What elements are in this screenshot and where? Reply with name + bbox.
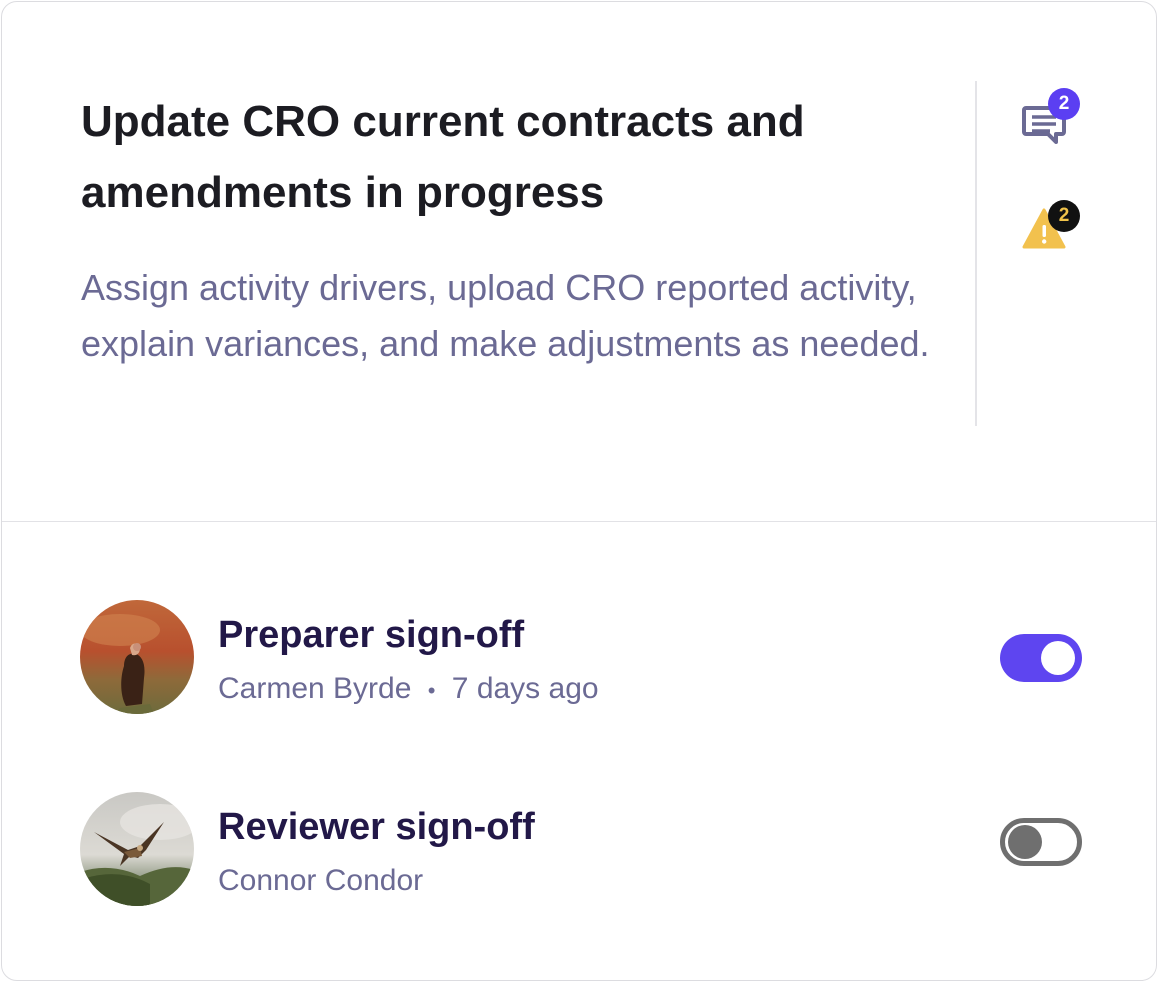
reviewer-signoff-row: Reviewer sign-off Connor Condor [2,792,1156,912]
task-card: Update CRO current contracts and amendme… [1,1,1157,981]
toggle-knob [1008,825,1042,859]
preparer-signoff-title: Preparer sign-off [218,614,525,656]
reviewer-signoff-title: Reviewer sign-off [218,806,535,848]
task-title: Update CRO current contracts and amendme… [81,97,805,217]
vulture-avatar [80,600,194,714]
meta-separator: • [427,678,436,703]
section-divider [2,521,1156,522]
warnings-count-badge: 2 [1048,200,1080,232]
comments-button[interactable]: 2 [1020,88,1084,144]
vertical-divider [975,81,977,426]
comments-count-badge: 2 [1048,88,1080,120]
warnings-button[interactable]: 2 [1020,194,1084,250]
preparer-name: Carmen Byrde [218,672,412,705]
condor-avatar [80,792,194,906]
preparer-signoff-row: Preparer sign-off Carmen Byrde • 7 days … [2,600,1156,720]
preparer-signoff-toggle[interactable] [1000,634,1082,682]
reviewer-name: Connor Condor [218,864,424,897]
reviewer-signoff-toggle[interactable] [1000,818,1082,866]
preparer-signoff-meta: Carmen Byrde • 7 days ago [218,670,599,710]
preparer-signed-time: 7 days ago [451,672,599,705]
task-description: Assign activity drivers, upload CRO repo… [81,267,930,364]
task-header: Update CRO current contracts and amendme… [2,2,1156,522]
reviewer-signoff-meta: Connor Condor [218,862,423,900]
toggle-knob [1041,641,1075,675]
